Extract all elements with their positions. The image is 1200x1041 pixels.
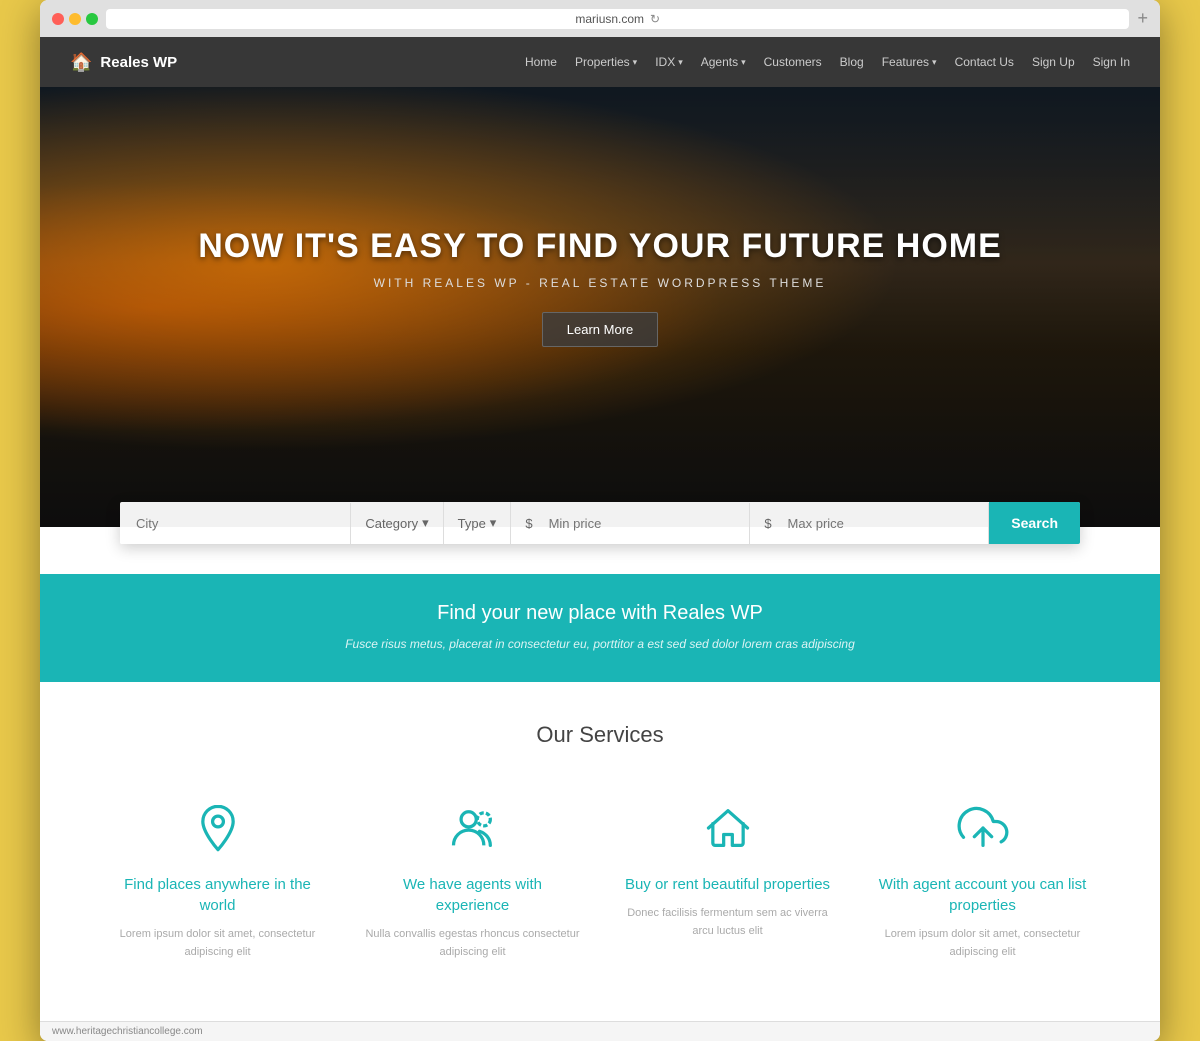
max-price-symbol: $ xyxy=(750,503,779,544)
nav-agents[interactable]: Agents xyxy=(701,55,746,69)
service-agent-account-desc: Lorem ipsum dolor sit amet, consectetur … xyxy=(875,926,1090,961)
house-svg xyxy=(702,802,754,854)
browser-chrome: mariusn.com ↻ + xyxy=(40,0,1160,37)
minimize-button[interactable] xyxy=(69,13,81,25)
city-input[interactable] xyxy=(120,503,351,544)
type-dropdown-arrow: ▾ xyxy=(490,515,497,531)
person-svg xyxy=(447,802,499,854)
cloud-upload-svg xyxy=(957,802,1009,854)
service-agents-name: We have agents with experience xyxy=(365,874,580,916)
services-title: Our Services xyxy=(100,722,1100,748)
nav-signin[interactable]: Sign In xyxy=(1093,55,1130,69)
min-price-symbol: $ xyxy=(511,503,540,544)
nav-links: Home Properties IDX Agents Customers Blo… xyxy=(525,55,1130,69)
url-text: mariusn.com xyxy=(575,12,644,26)
hero-section: NOW IT'S EASY TO FIND YOUR FUTURE HOME W… xyxy=(40,87,1160,527)
home-icon: 🏠 xyxy=(70,52,92,73)
search-bar: Category ▾ Type ▾ $ $ Search xyxy=(120,502,1080,544)
banner-title: Find your new place with Reales WP xyxy=(60,602,1140,625)
nav-logo-text: Reales WP xyxy=(100,54,177,71)
service-agent-account: With agent account you can list properti… xyxy=(865,788,1100,971)
nav-features[interactable]: Features xyxy=(882,55,937,69)
refresh-icon[interactable]: ↻ xyxy=(650,12,660,26)
min-price-input[interactable] xyxy=(541,503,750,544)
hero-content: NOW IT'S EASY TO FIND YOUR FUTURE HOME W… xyxy=(178,227,1022,347)
nav-home[interactable]: Home xyxy=(525,55,557,69)
service-agents: We have agents with experience Nulla con… xyxy=(355,788,590,971)
location-pin-svg xyxy=(192,802,244,854)
close-button[interactable] xyxy=(52,13,64,25)
traffic-lights xyxy=(52,13,98,25)
service-buy-rent: Buy or rent beautiful properties Donec f… xyxy=(610,788,845,971)
address-bar[interactable]: mariusn.com ↻ xyxy=(106,9,1129,29)
nav-idx[interactable]: IDX xyxy=(655,55,683,69)
house-icon xyxy=(698,798,758,858)
max-price-input[interactable] xyxy=(780,503,989,544)
cloud-upload-icon xyxy=(953,798,1013,858)
service-find-places: Find places anywhere in the world Lorem … xyxy=(100,788,335,971)
max-price-group: $ xyxy=(750,503,989,544)
status-bar: www.heritagechristiancollege.com xyxy=(40,1021,1160,1041)
nav-signup[interactable]: Sign Up xyxy=(1032,55,1075,69)
status-url: www.heritagechristiancollege.com xyxy=(52,1026,203,1037)
site-wrapper: 🏠 Reales WP Home Properties IDX Agents C… xyxy=(40,37,1160,1041)
service-agent-account-name: With agent account you can list properti… xyxy=(875,874,1090,916)
hero-title: NOW IT'S EASY TO FIND YOUR FUTURE HOME xyxy=(198,227,1002,266)
min-price-group: $ xyxy=(511,503,750,544)
nav-customers[interactable]: Customers xyxy=(764,55,822,69)
teal-banner: Find your new place with Reales WP Fusce… xyxy=(40,574,1160,682)
services-grid: Find places anywhere in the world Lorem … xyxy=(100,788,1100,971)
service-agents-desc: Nulla convallis egestas rhoncus consecte… xyxy=(365,926,580,961)
service-find-places-desc: Lorem ipsum dolor sit amet, consectetur … xyxy=(110,926,325,961)
service-buy-rent-name: Buy or rent beautiful properties xyxy=(620,874,835,895)
type-select[interactable]: Type ▾ xyxy=(444,502,512,544)
category-dropdown-arrow: ▾ xyxy=(422,515,429,531)
hero-subtitle: WITH REALES WP - REAL ESTATE WORDPRESS T… xyxy=(198,276,1002,290)
nav-properties[interactable]: Properties xyxy=(575,55,637,69)
new-tab-button[interactable]: + xyxy=(1137,8,1148,29)
nav-blog[interactable]: Blog xyxy=(840,55,864,69)
banner-subtitle: Fusce risus metus, placerat in consectet… xyxy=(60,635,1140,654)
nav-contact[interactable]: Contact Us xyxy=(955,55,1014,69)
service-buy-rent-desc: Donec facilisis fermentum sem ac viverra… xyxy=(620,905,835,940)
person-icon xyxy=(443,798,503,858)
search-button[interactable]: Search xyxy=(989,502,1080,544)
maximize-button[interactable] xyxy=(86,13,98,25)
browser-window: mariusn.com ↻ + 🏠 Reales WP Home Propert… xyxy=(40,0,1160,1041)
category-label: Category xyxy=(365,516,418,531)
hero-cta-button[interactable]: Learn More xyxy=(542,312,658,347)
service-find-places-name: Find places anywhere in the world xyxy=(110,874,325,916)
navbar: 🏠 Reales WP Home Properties IDX Agents C… xyxy=(40,37,1160,87)
location-pin-icon xyxy=(188,798,248,858)
category-select[interactable]: Category ▾ xyxy=(351,502,443,544)
services-section: Our Services Find places anywhere in the… xyxy=(40,682,1160,1021)
type-label: Type xyxy=(458,516,486,531)
nav-logo[interactable]: 🏠 Reales WP xyxy=(70,52,177,73)
